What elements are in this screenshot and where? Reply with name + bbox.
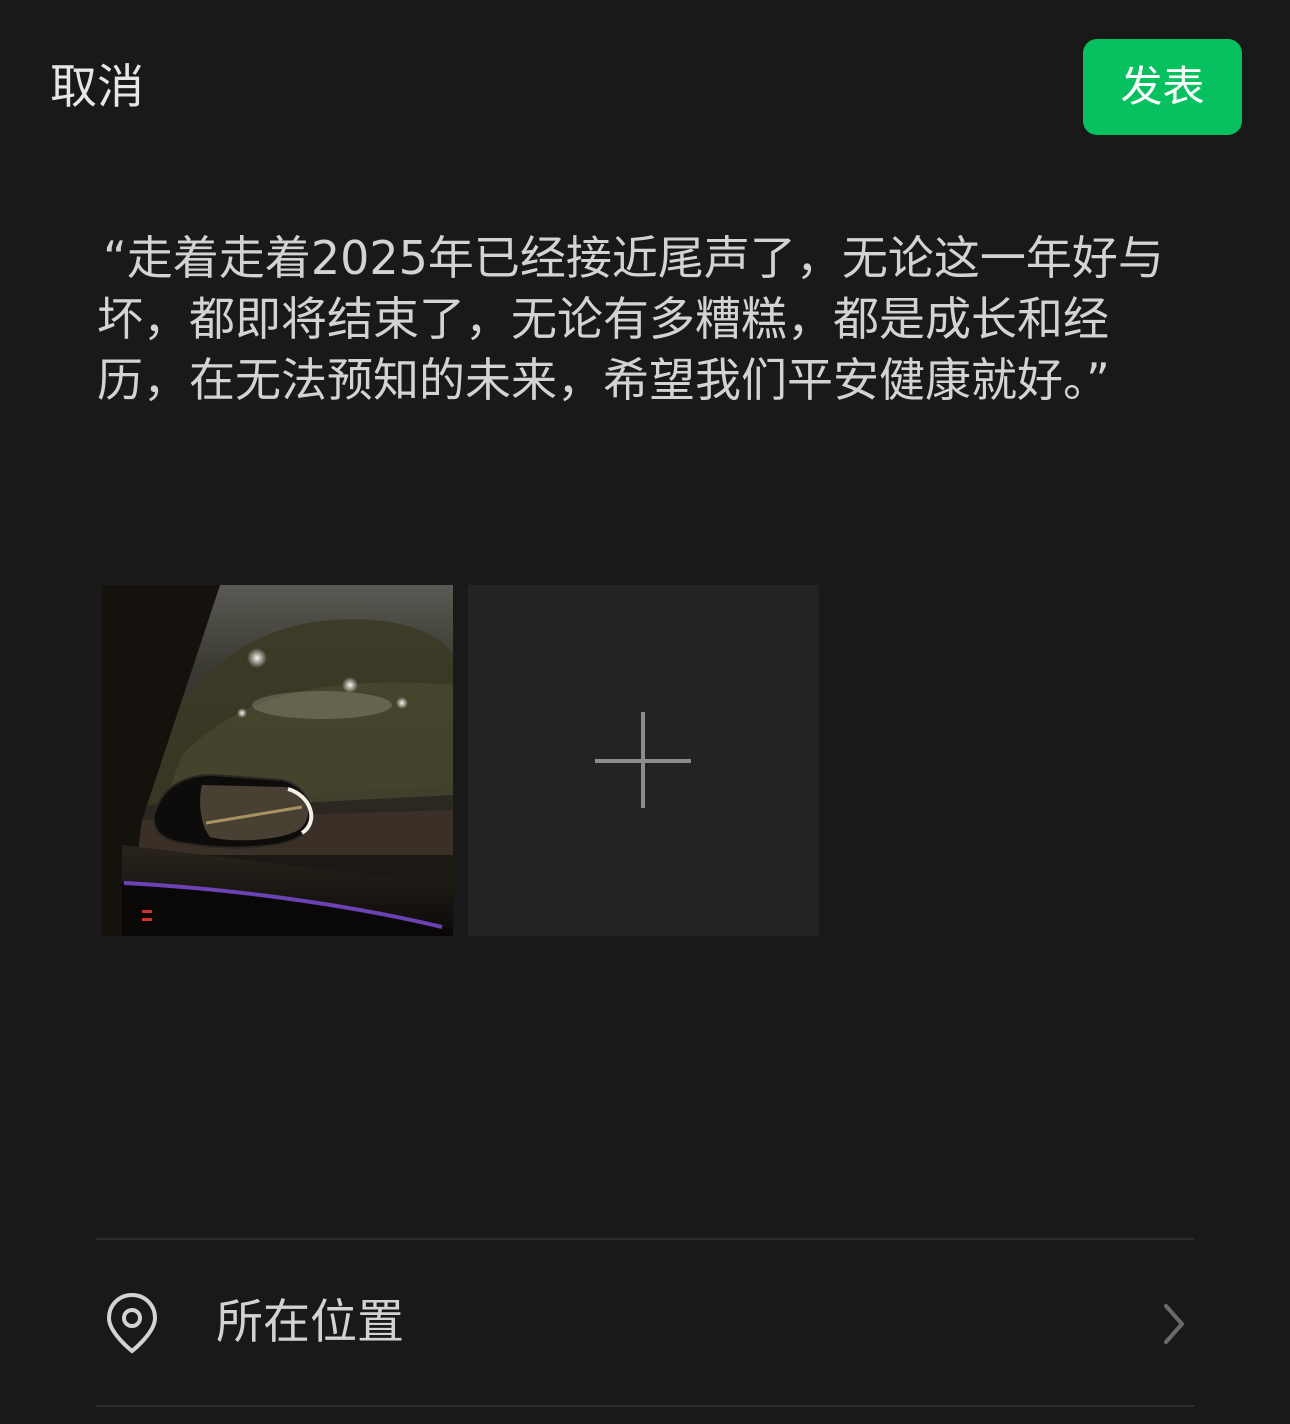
add-photo-button[interactable] [468,585,819,936]
top-bar: 取消 发表 [0,0,1290,180]
night-car-photo-image [102,585,453,936]
photo-thumbnail[interactable] [102,585,453,936]
chevron-right-icon [1164,1304,1184,1344]
divider [96,1238,1194,1240]
location-pin-icon [106,1292,158,1354]
location-row[interactable]: 所在位置 [96,1241,1194,1405]
publish-button[interactable]: 发表 [1083,39,1242,135]
location-label: 所在位置 [216,1295,404,1350]
cancel-button[interactable]: 取消 [50,58,144,118]
plus-icon-vertical [641,712,645,808]
divider [96,1405,1194,1407]
post-text-input[interactable]: “走着走着2025年已经接近尾声了，无论这一年好与坏，都即将结束了，无论有多糟糕… [97,228,1197,411]
